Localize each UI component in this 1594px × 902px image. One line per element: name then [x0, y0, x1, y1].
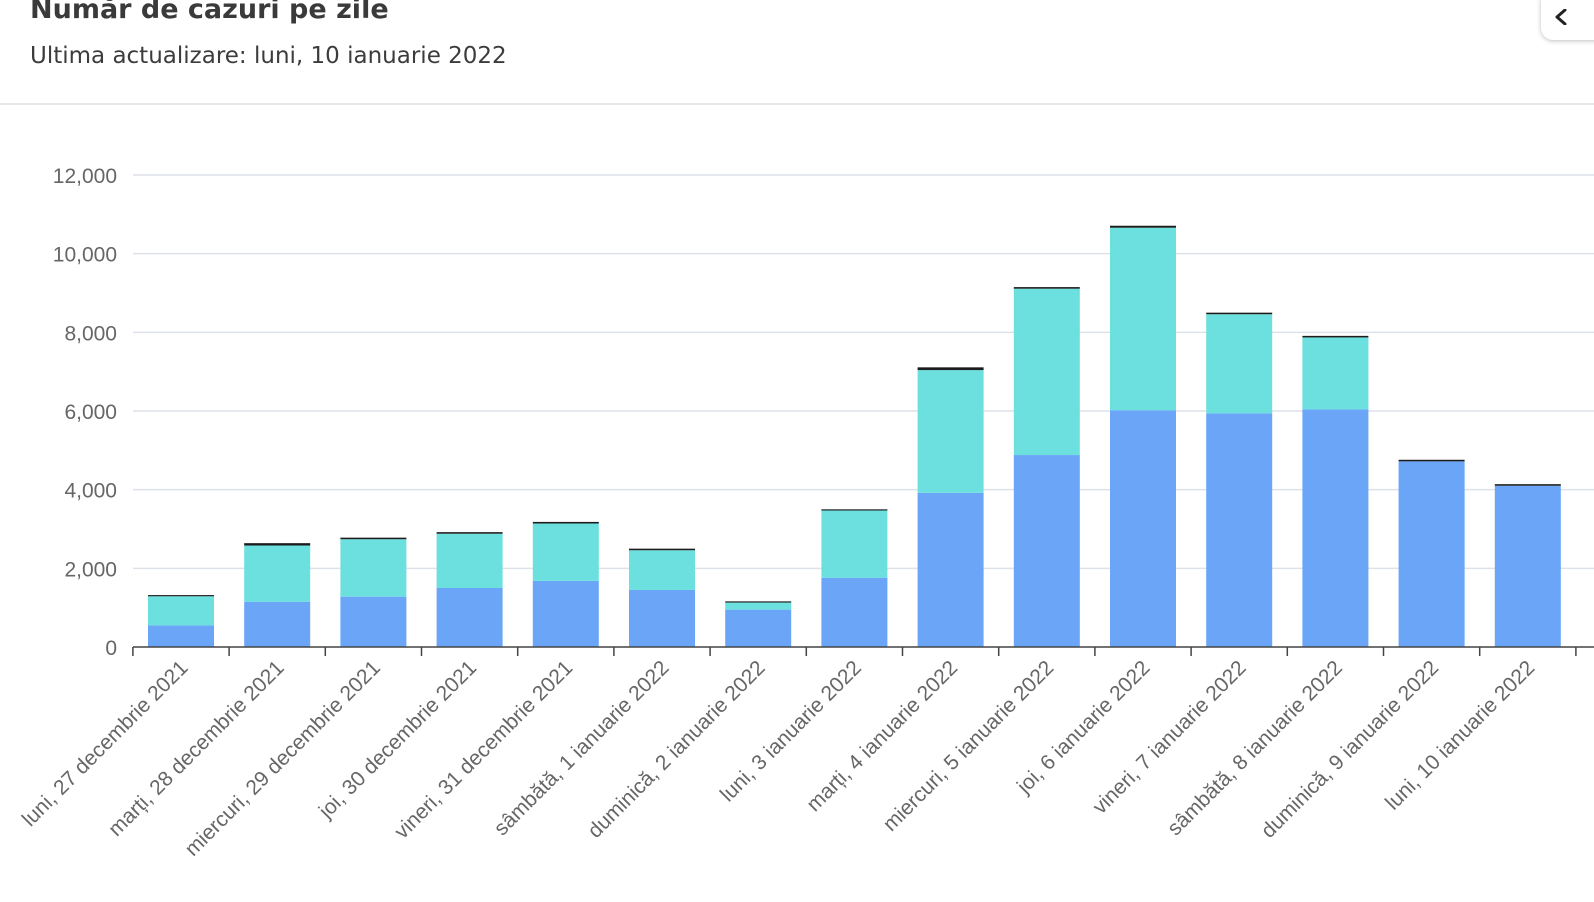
x-tick-label: sâmbătă, 8 ianuarie 2022 — [1163, 656, 1347, 840]
y-tick-label: 6,000 — [64, 401, 117, 424]
bar-segment — [340, 539, 407, 597]
bar-segment — [1110, 227, 1176, 411]
x-tick-label: luni, 27 decembrie 2021 — [18, 656, 193, 831]
bar-segment — [1110, 225, 1176, 228]
bar-segment — [1494, 484, 1561, 486]
bar-segment — [821, 509, 888, 511]
y-tick-label: 12,000 — [53, 165, 117, 188]
x-tick-label: miercuri, 29 decembrie 2021 — [180, 656, 384, 860]
bar-segment — [1206, 312, 1273, 315]
x-tick-label: marți, 28 decembrie 2021 — [104, 656, 289, 841]
bar-segment — [821, 510, 888, 578]
x-tick-label: sâmbătă, 1 ianuarie 2022 — [490, 656, 674, 840]
bar-segment — [1206, 314, 1273, 414]
bar-segment — [244, 545, 311, 602]
bar-segment — [532, 580, 599, 647]
y-tick-label: 4,000 — [64, 480, 117, 503]
bar-segment — [725, 601, 792, 603]
x-tick-label: joi, 30 decembrie 2021 — [314, 656, 481, 823]
bar-segment — [629, 550, 695, 590]
bar-segment — [1206, 413, 1273, 647]
bar-segment — [1302, 409, 1369, 647]
x-tick-label: vineri, 31 decembrie 2021 — [390, 656, 577, 843]
bar-segment — [821, 577, 888, 647]
bar-segment — [532, 521, 599, 524]
bar-segment — [917, 370, 984, 493]
bar-segment — [244, 543, 311, 546]
bar-segment — [1302, 335, 1369, 338]
bar-segment — [1013, 455, 1080, 647]
x-tick-label: duminică, 2 ianuarie 2022 — [583, 656, 769, 842]
bar-segment — [148, 596, 214, 626]
y-tick-label: 10,000 — [53, 244, 117, 267]
bar-segment — [629, 589, 695, 647]
y-tick-label: 0 — [105, 637, 117, 660]
y-tick-label: 8,000 — [64, 322, 117, 345]
bar-segment — [148, 625, 214, 647]
x-tick-label: duminică, 9 ianuarie 2022 — [1257, 656, 1443, 842]
bar-segment — [725, 609, 792, 647]
bar-segment — [340, 596, 407, 647]
bar-segment — [436, 533, 503, 588]
bar-segment — [725, 602, 792, 610]
bar-segment — [917, 367, 984, 371]
stacked-bar-chart: 0 2,000 4,000 6,000 8,000 10,000 12,000 luni, 2… — [18, 165, 1594, 861]
bar-segment — [532, 523, 599, 581]
bar-segment — [340, 537, 407, 540]
bar-segment — [917, 492, 984, 647]
bar-segment — [244, 601, 311, 647]
bar-segment — [1013, 287, 1080, 289]
y-tick-label: 2,000 — [64, 558, 117, 581]
bar-segment — [148, 595, 214, 597]
bar-segment — [436, 532, 503, 534]
bar-segment — [1302, 337, 1369, 410]
x-tick-label: miercuri, 5 ianuarie 2022 — [879, 656, 1059, 836]
bar-segment — [1110, 410, 1176, 647]
bar-segment — [1013, 288, 1080, 456]
bar-segment — [1398, 461, 1465, 647]
bar-segment — [1494, 485, 1561, 647]
bar-segment — [1398, 459, 1465, 462]
bar-segment — [629, 548, 695, 551]
bar-segment — [436, 588, 503, 647]
